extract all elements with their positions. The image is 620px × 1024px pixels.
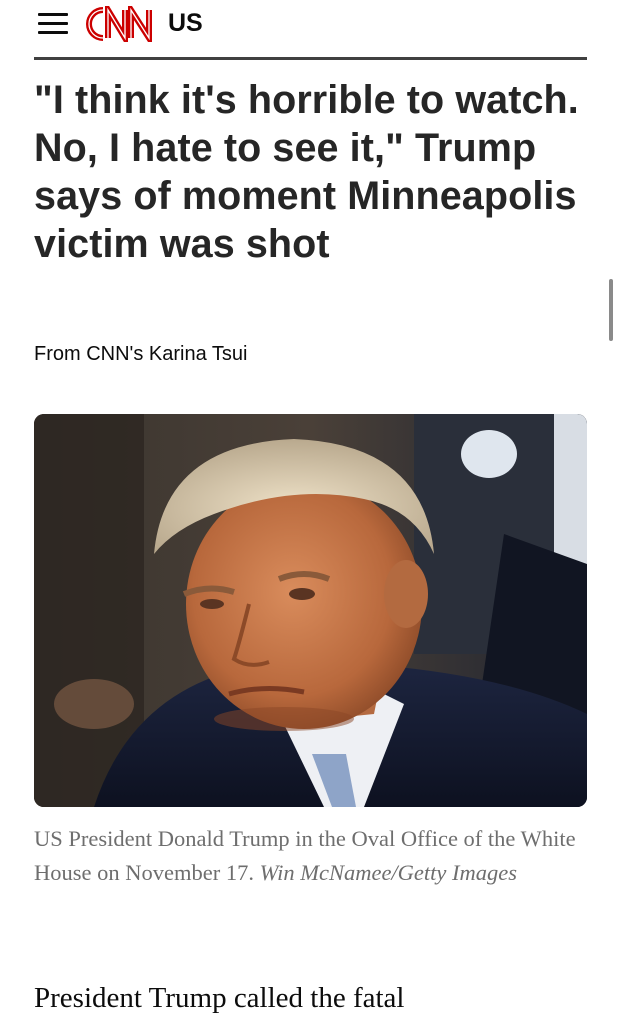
header-divider [34,57,587,60]
edition-label[interactable]: US [168,9,203,38]
photo-credit: Win McNamee/Getty Images [259,860,518,885]
article-photo[interactable] [34,414,587,807]
article-headline: "I think it's horrible to watch. No, I h… [34,78,579,266]
article-byline: From CNN's Karina Tsui [34,343,248,365]
cnn-logo[interactable] [84,6,164,42]
hamburger-menu-icon[interactable] [38,11,68,35]
photo-caption: US President Donald Trump in the Oval Of… [34,822,589,890]
photo-illustration [34,414,587,807]
article-body-first-line: President Trump called the fatal [34,982,405,1014]
site-header: US [0,0,620,58]
scrollbar-thumb[interactable] [609,279,613,341]
